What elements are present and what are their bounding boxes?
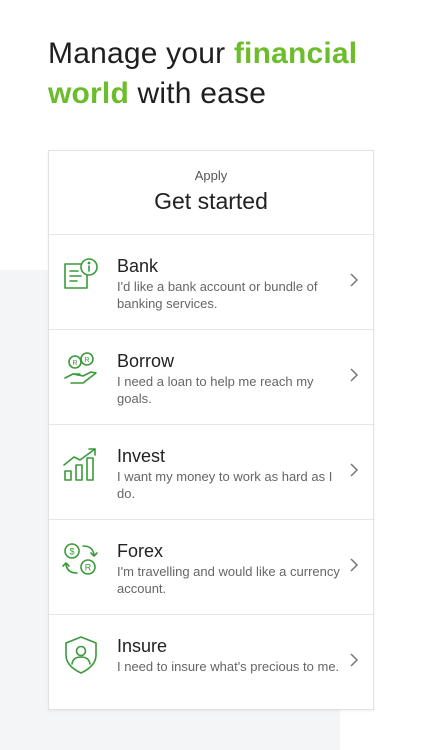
- option-title: Borrow: [117, 351, 175, 371]
- document-info-icon: [61, 255, 101, 295]
- chevron-right-icon: [349, 367, 359, 383]
- page-headline: Manage your financial world with ease: [48, 34, 408, 114]
- get-started-card: Apply Get started Bank I'd like a bank a…: [48, 150, 374, 710]
- chevron-right-icon: [349, 462, 359, 478]
- option-description: I'm travelling and would like a currency…: [117, 564, 340, 596]
- option-invest[interactable]: Invest I want my money to work as hard a…: [49, 425, 373, 520]
- headline-accent-1: financial: [233, 37, 358, 70]
- card-title: Get started: [154, 188, 268, 214]
- option-description: I'd like a bank account or bundle of ban…: [117, 279, 318, 311]
- svg-text:R: R: [85, 563, 92, 573]
- headline-text-1: Manage your: [48, 37, 234, 70]
- chevron-right-icon: [349, 652, 359, 668]
- option-bank[interactable]: Bank I'd like a bank account or bundle o…: [49, 235, 373, 330]
- svg-text:$: $: [69, 547, 74, 557]
- option-description: I need a loan to help me reach my goals.: [117, 374, 314, 406]
- chevron-right-icon: [349, 557, 359, 573]
- option-insure[interactable]: Insure I need to insure what's precious …: [49, 615, 373, 710]
- shield-person-icon: [61, 635, 101, 675]
- option-title: Forex: [117, 541, 164, 561]
- option-description: I want my money to work as hard as I do.: [117, 469, 333, 501]
- currency-exchange-icon: $ R: [61, 540, 101, 580]
- option-title: Insure: [117, 636, 168, 656]
- option-title: Bank: [117, 256, 159, 276]
- coins-hand-icon: R R: [61, 350, 101, 390]
- card-header: Apply Get started: [49, 151, 373, 235]
- option-borrow[interactable]: R R Borrow I need a loan to help me reac…: [49, 330, 373, 425]
- card-kicker: Apply: [194, 168, 228, 183]
- option-description: I need to insure what's precious to me.: [117, 659, 340, 674]
- chevron-right-icon: [349, 272, 359, 288]
- headline-accent-2: world: [48, 77, 129, 110]
- svg-text:R: R: [84, 357, 89, 364]
- option-title: Invest: [117, 446, 166, 466]
- headline-text-2: with ease: [129, 77, 267, 110]
- option-forex[interactable]: $ R Forex I'm travelling and would like …: [49, 520, 373, 615]
- svg-text:R: R: [72, 360, 77, 367]
- growth-chart-icon: [61, 445, 101, 485]
